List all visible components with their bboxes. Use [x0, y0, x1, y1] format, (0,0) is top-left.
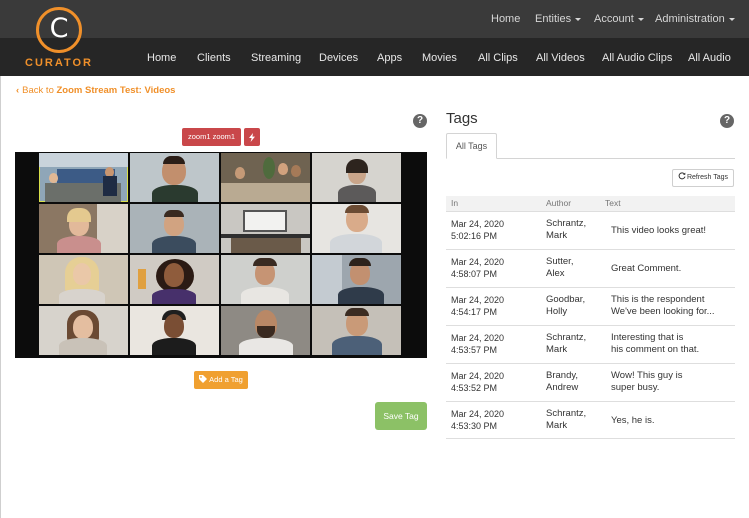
nav-movies[interactable]: Movies: [422, 38, 457, 76]
column-header-author: Author: [546, 198, 572, 208]
tag-text: Yes, he is.: [611, 415, 655, 426]
table-row[interactable]: Mar 24, 2020 4:53:30 PM Schrantz, Mark Yes…: [446, 401, 735, 439]
nav-devices[interactable]: Devices: [319, 38, 358, 76]
curator-logo[interactable]: C CURATOR: [22, 6, 96, 72]
top-menu-account[interactable]: Account: [594, 0, 644, 38]
tag-author: Sutter, Alex: [546, 256, 574, 279]
tag-chip[interactable]: zoom1 zoom1: [182, 128, 242, 146]
nav-streaming[interactable]: Streaming: [251, 38, 301, 76]
logo-text: CURATOR: [25, 57, 93, 69]
nav-all-audio-clips[interactable]: All Audio Clips: [602, 38, 672, 76]
column-header-text: Text: [605, 198, 621, 208]
tag-text: Interesting that is his comment on that.: [611, 332, 700, 355]
tags-table-header: In Author Text: [446, 196, 735, 211]
top-menu-account-label: Account: [594, 13, 634, 25]
nav-all-clips[interactable]: All Clips: [478, 38, 518, 76]
table-row[interactable]: Mar 24, 2020 4:54:17 PM Goodbar, Holly Thi…: [446, 287, 735, 325]
bolt-icon[interactable]: [244, 128, 260, 146]
tag-author: Schrantz, Mark: [546, 332, 587, 355]
tag-author: Goodbar, Holly: [546, 294, 586, 317]
video-tile: [221, 306, 310, 355]
top-navbar: C CURATOR Home Entities Account Administ…: [0, 0, 749, 76]
tag-time: Mar 24, 2020 4:54:17 PM: [451, 295, 505, 317]
top-menu-entities[interactable]: Entities: [535, 0, 582, 38]
table-row[interactable]: Mar 24, 2020 4:58:07 PM Sutter, Alex Great…: [446, 249, 735, 287]
video-tile: [312, 204, 401, 253]
video-tile: [130, 204, 219, 253]
tag-text: Wow! This guy is super busy.: [611, 370, 683, 393]
nav-apps[interactable]: Apps: [377, 38, 402, 76]
refresh-tags-label: Refresh Tags: [686, 174, 729, 181]
caret-down-icon: [728, 17, 735, 21]
video-tile: [39, 306, 128, 355]
logo-letter: C: [49, 13, 69, 44]
tags-table: In Author Text Mar 24, 2020 5:02:16 PM Sc…: [446, 196, 735, 439]
video-tile: [39, 153, 128, 202]
top-menu-administration-label: Administration: [655, 13, 725, 25]
tab-all-tags[interactable]: All Tags: [446, 133, 497, 159]
column-header-in: In: [451, 198, 459, 208]
top-menu-home[interactable]: Home: [491, 0, 520, 38]
tag-time: Mar 24, 2020 4:53:52 PM: [451, 371, 505, 393]
tag-time: Mar 24, 2020 4:53:57 PM: [451, 333, 505, 355]
back-link-prefix: Back to: [22, 85, 54, 96]
tag-time: Mar 24, 2020 4:53:30 PM: [451, 409, 505, 431]
table-row[interactable]: Mar 24, 2020 5:02:16 PM Schrantz, Mark Thi…: [446, 211, 735, 249]
table-row[interactable]: Mar 24, 2020 4:53:52 PM Brandy, Andrew Wow…: [446, 363, 735, 401]
help-icon[interactable]: ?: [720, 114, 734, 128]
add-tag-label: Add a Tag: [209, 375, 243, 384]
tag-time: Mar 24, 2020 4:58:07 PM: [451, 257, 505, 279]
refresh-icon: [678, 172, 686, 180]
video-tile: [130, 153, 219, 202]
tag-text: This video looks great!: [611, 225, 707, 236]
video-tile: [130, 306, 219, 355]
add-tag-button[interactable]: Add a Tag: [194, 371, 248, 389]
back-link[interactable]: ‹ Back to Zoom Stream Test: Videos: [16, 85, 175, 96]
video-player[interactable]: [15, 152, 427, 358]
tag-text: This is the respondent We've been looking…: [611, 294, 715, 317]
refresh-tags-button[interactable]: Refresh Tags: [672, 169, 734, 187]
video-tile: [312, 306, 401, 355]
top-menu-entities-label: Entities: [535, 13, 572, 25]
video-tile: [312, 255, 401, 304]
back-link-title: Zoom Stream Test: Videos: [56, 85, 176, 96]
save-tag-button[interactable]: Save Tag: [375, 402, 427, 430]
video-tile: [312, 153, 401, 202]
video-tile: [221, 153, 310, 202]
help-icon[interactable]: ?: [413, 114, 427, 128]
video-tile: [221, 255, 310, 304]
tag-author: Brandy, Andrew: [546, 370, 579, 393]
video-tile: [39, 255, 128, 304]
tags-heading: Tags: [446, 110, 478, 127]
tag-icon: [199, 375, 208, 383]
nav-all-videos[interactable]: All Videos: [536, 38, 585, 76]
table-row[interactable]: Mar 24, 2020 4:53:57 PM Schrantz, Mark Int…: [446, 325, 735, 363]
top-menu-administration[interactable]: Administration: [655, 0, 735, 38]
nav-home[interactable]: Home: [147, 38, 176, 76]
tag-author: Schrantz, Mark: [546, 408, 587, 431]
video-tile: [39, 204, 128, 253]
nav-clients[interactable]: Clients: [197, 38, 231, 76]
video-tile: [130, 255, 219, 304]
tag-text: Great Comment.: [611, 263, 682, 274]
nav-all-audio[interactable]: All Audio: [688, 38, 731, 76]
tag-time: Mar 24, 2020 5:02:16 PM: [451, 219, 505, 241]
tag-author: Schrantz, Mark: [546, 218, 587, 241]
content-border: [0, 76, 1, 518]
chevron-left-icon: ‹: [16, 85, 20, 96]
caret-down-icon: [637, 17, 644, 21]
video-tile: [221, 204, 310, 253]
caret-down-icon: [575, 17, 582, 21]
